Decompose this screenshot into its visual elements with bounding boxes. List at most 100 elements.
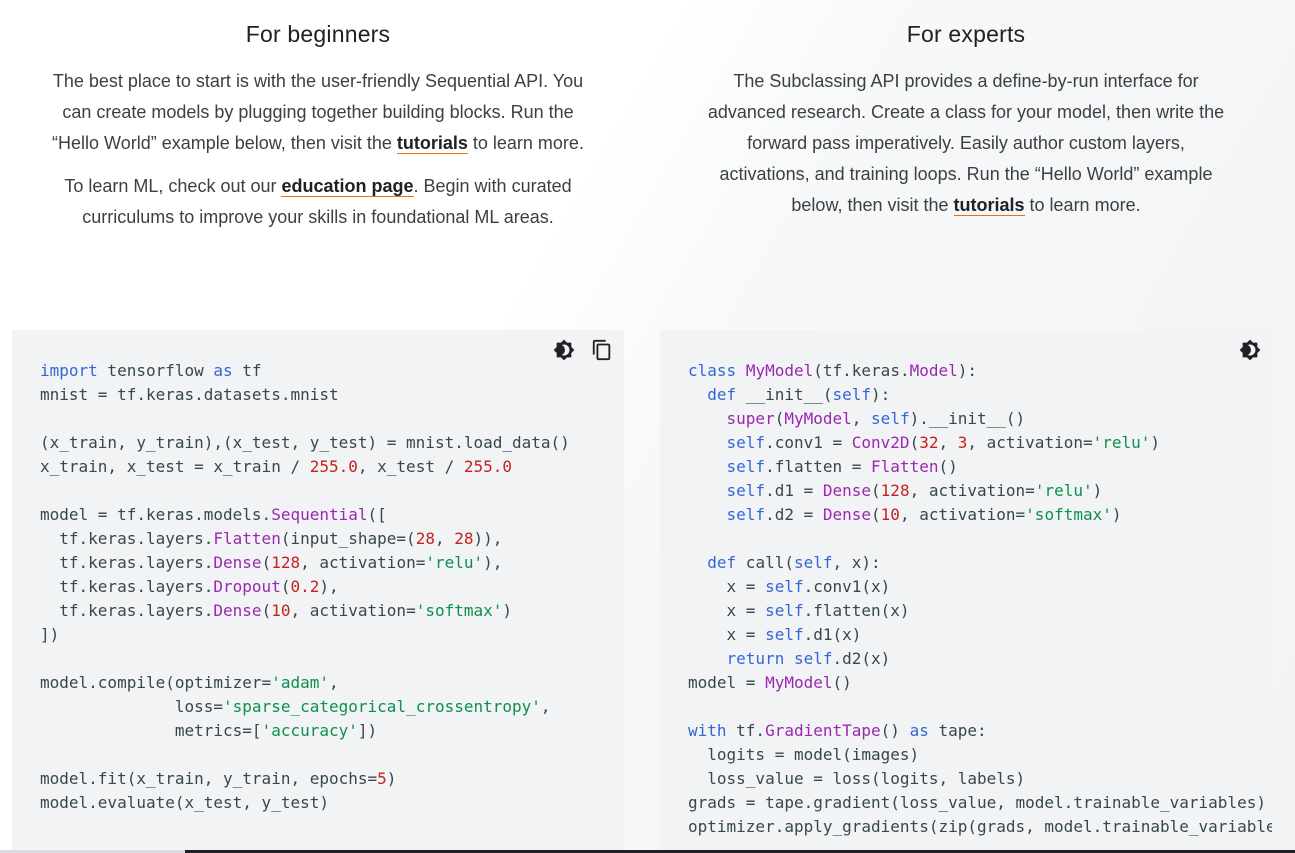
code-token: (x_train, y_train),(x_test, y_test) = mn… <box>40 433 570 452</box>
experts-title: For experts <box>906 21 1026 47</box>
education-page-link[interactable]: education page <box>281 176 414 197</box>
code-token: ), <box>483 553 503 572</box>
code-token: ) <box>1111 505 1122 524</box>
experts-code-block: class MyModel(tf.keras.Model): def __ini… <box>660 330 1272 853</box>
code-line: optimizer.apply_gradients(zip(grads, mod… <box>688 817 1272 836</box>
code-token: 10 <box>271 601 291 620</box>
code-token: model.evaluate(x_test, y_test) <box>40 793 329 812</box>
code-token: Dense <box>822 505 872 524</box>
code-token: self <box>726 433 766 452</box>
code-line: return self.d2(x) <box>688 649 891 668</box>
code-line: tf.keras.layers.Dropout(0.2), <box>40 577 339 596</box>
code-token: Flatten <box>871 457 939 476</box>
code-token: ]) <box>40 625 60 644</box>
code-token: ) <box>1150 433 1161 452</box>
code-token: ): <box>957 361 978 380</box>
code-token: MyModel <box>765 673 833 692</box>
code-token: import <box>40 361 98 380</box>
code-token: as <box>213 361 233 380</box>
code-token: , x_test / <box>357 457 464 476</box>
copy-code-button[interactable] <box>590 338 614 362</box>
beginners-intro-paragraph: The best place to start is with the user… <box>12 66 624 159</box>
code-token: tape: <box>928 721 987 740</box>
code-token: self <box>726 505 766 524</box>
code-token: , activation= <box>290 601 416 620</box>
experts-code[interactable]: class MyModel(tf.keras.Model): def __ini… <box>688 359 1272 839</box>
code-line: tf.keras.layers.Dense(128, activation='r… <box>40 553 502 572</box>
code-token: )), <box>473 529 503 548</box>
code-token: , <box>434 529 455 548</box>
code-token: MyModel <box>745 361 814 380</box>
code-token: , <box>938 433 958 452</box>
code-token: .d2 = <box>765 505 823 524</box>
code-line: logits = model(images) <box>688 745 919 764</box>
code-token: ( <box>261 601 272 620</box>
code-line: metrics=['accuracy']) <box>40 721 377 740</box>
code-token: ([ <box>367 505 387 524</box>
code-line: def call(self, x): <box>688 553 881 572</box>
code-token: () <box>832 673 852 692</box>
code-token: () <box>938 457 958 476</box>
code-token: Sequential <box>271 505 368 524</box>
beginners-title: For beginners <box>245 21 391 47</box>
code-line: model.fit(x_train, y_train, epochs=5) <box>40 769 396 788</box>
code-token: .d2(x) <box>832 649 891 668</box>
code-token: MyModel <box>784 409 852 428</box>
code-token: grads = tape.gradient(loss_value, model.… <box>688 793 1266 812</box>
code-token: ) <box>502 601 513 620</box>
code-token: 'sparse_categorical_crossentropy' <box>223 697 541 716</box>
code-token: 32 <box>919 433 939 452</box>
code-token: Conv2D <box>851 433 910 452</box>
beginners-section: For beginners The best place to start is… <box>12 0 624 233</box>
code-token: self <box>765 601 804 620</box>
code-token: self <box>793 553 833 572</box>
code-token: 'softmax' <box>1025 505 1112 524</box>
code-token: 28 <box>415 529 435 548</box>
code-token: call( <box>736 553 794 572</box>
code-token: ), <box>319 577 339 596</box>
code-token: def <box>707 553 737 572</box>
code-token: self <box>765 577 804 596</box>
code-line: mnist = tf.keras.datasets.mnist <box>40 385 339 404</box>
code-token: ).__init__() <box>909 409 1026 428</box>
code-token: GradientTape <box>765 721 881 740</box>
code-token: , activation= <box>300 553 426 572</box>
code-token: , x): <box>832 553 881 572</box>
code-line: loss_value = loss(logits, labels) <box>688 769 1025 788</box>
experts-tutorials-link[interactable]: tutorials <box>953 195 1025 216</box>
code-token: .flatten = <box>765 457 872 476</box>
code-token: 'softmax' <box>415 601 503 620</box>
experts-section: For experts The Subclassing API provides… <box>660 0 1272 221</box>
code-token: x = <box>688 577 766 596</box>
experts-intro-paragraph: The Subclassing API provides a define-by… <box>660 66 1272 221</box>
code-token: ( <box>871 505 881 524</box>
code-token: () <box>880 721 910 740</box>
code-token: 255.0 <box>309 457 358 476</box>
code-token: model.compile(optimizer= <box>40 673 272 692</box>
code-token: Model <box>909 361 958 380</box>
code-line: self.d1 = Dense(128, activation='relu') <box>688 481 1103 500</box>
beginners-code[interactable]: import tensorflow as tf mnist = tf.keras… <box>40 359 570 815</box>
beginners-tutorials-link[interactable]: tutorials <box>396 133 468 154</box>
code-token: loss= <box>40 697 224 716</box>
code-token: ( <box>774 409 785 428</box>
code-token: 10 <box>880 505 900 524</box>
code-token: ( <box>909 433 920 452</box>
code-token: Dense <box>822 481 872 500</box>
code-token: .conv1 = <box>765 433 852 452</box>
code-token: x_train, x_test = x_train / <box>40 457 310 476</box>
code-token: loss_value = loss(logits, labels) <box>688 769 1026 788</box>
code-token: self <box>832 385 872 404</box>
code-token: ]) <box>357 721 378 740</box>
experts-intro-text: The Subclassing API provides a define-by… <box>707 71 1225 215</box>
code-token: mnist = tf.keras.datasets.mnist <box>40 385 339 404</box>
code-line: (x_train, y_train),(x_test, y_test) = mn… <box>40 433 570 452</box>
code-token: 128 <box>880 481 910 500</box>
code-token: self <box>726 481 766 500</box>
code-token: 0.2 <box>290 577 320 596</box>
